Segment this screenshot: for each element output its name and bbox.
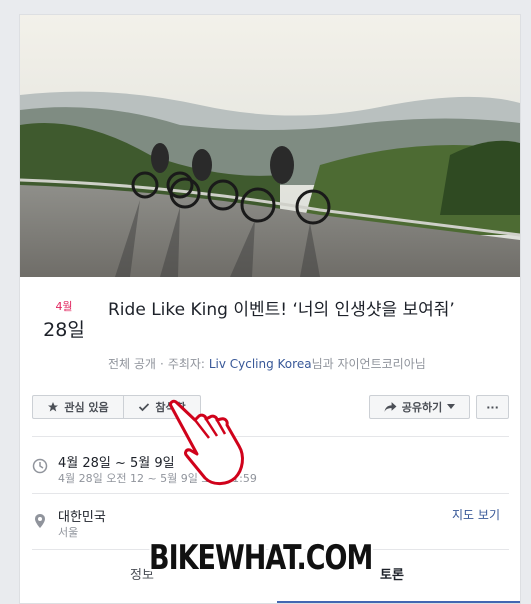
location-pin-icon	[35, 514, 45, 528]
share-arrow-icon	[384, 402, 397, 412]
more-options-icon: ···	[486, 400, 499, 414]
event-location[interactable]: 대한민국	[58, 506, 106, 525]
event-cover-photo[interactable]	[20, 15, 520, 277]
divider	[32, 493, 509, 494]
host-suffix: 님과 자이언트코리아님	[311, 357, 426, 371]
event-card: 4월 28일 Ride Like King 이벤트! ‘너의 인생샷을 보여줘’…	[19, 14, 521, 604]
event-date-month: 4월	[55, 300, 73, 313]
star-icon	[48, 402, 59, 412]
watermark-text: BIKEWHAT.COM	[149, 539, 373, 578]
caret-down-icon	[447, 404, 456, 409]
event-title: Ride Like King 이벤트! ‘너의 인생샷을 보여줘’	[108, 300, 455, 320]
share-button[interactable]: 공유하기	[369, 395, 470, 419]
event-date: 4월 28일	[36, 300, 92, 343]
divider	[32, 436, 509, 437]
clock-icon	[32, 458, 48, 474]
interested-button[interactable]: 관심 있음	[32, 395, 124, 419]
event-time-range: 4월 28일 ~ 5월 9일	[58, 456, 175, 471]
interested-label: 관심 있음	[64, 401, 109, 414]
more-options-button[interactable]: ···	[476, 395, 509, 419]
event-location-detail: 서울	[58, 526, 79, 539]
event-meta: 전체 공개 · 주최자: Liv Cycling Korea님과 자이언트코리아님	[108, 357, 426, 371]
privacy-label: 전체 공개	[108, 357, 156, 371]
host-link[interactable]: Liv Cycling Korea	[209, 357, 312, 371]
share-label: 공유하기	[401, 401, 443, 414]
checkmark-icon	[139, 403, 150, 412]
host-prefix: 주최자:	[167, 357, 205, 371]
pointing-hand-icon	[169, 399, 244, 486]
event-date-day: 28일	[43, 319, 85, 341]
view-map-link[interactable]: 지도 보기	[452, 506, 500, 523]
tab-discussion[interactable]: 토론	[380, 564, 404, 583]
